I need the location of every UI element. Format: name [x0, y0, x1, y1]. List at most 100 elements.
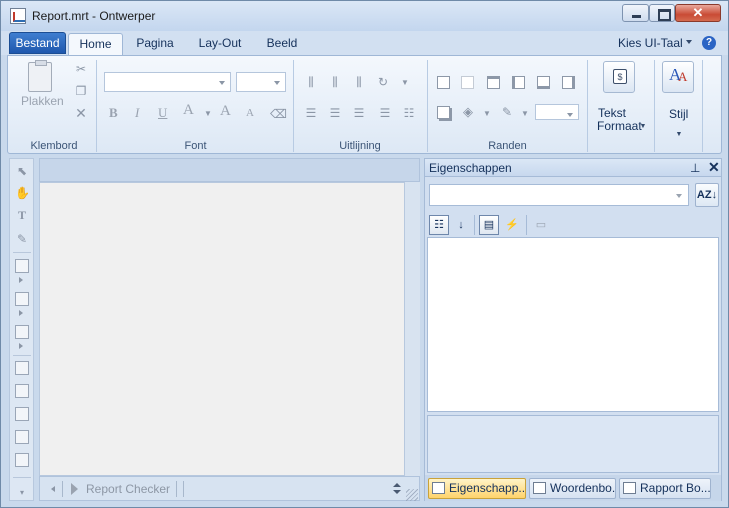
report-canvas[interactable]	[39, 182, 420, 476]
text-format-icon[interactable]: $	[603, 61, 635, 93]
band-tool-icon[interactable]	[15, 259, 29, 273]
panel-tool-icon[interactable]	[15, 453, 29, 467]
word-wrap-icon[interactable]: ☷	[402, 106, 416, 120]
status-separator	[62, 481, 63, 497]
ui-language-selector[interactable]: Kies UI-Taal	[618, 36, 683, 50]
eraser-icon[interactable]: ⌫	[270, 107, 287, 121]
events-lightning-icon[interactable]: ⚡	[502, 215, 522, 235]
close-icon[interactable]: ✕	[708, 159, 720, 176]
table-tool-icon[interactable]	[15, 384, 29, 398]
property-pages-icon[interactable]: ▭	[531, 215, 551, 235]
text-format-label-2[interactable]: Formaat	[597, 119, 642, 133]
right-border-icon[interactable]	[562, 76, 575, 89]
close-window-button[interactable]: ✕	[675, 4, 721, 22]
font-size-combo[interactable]	[236, 72, 286, 92]
resize-grip-icon[interactable]	[406, 489, 418, 501]
border-style-combo[interactable]	[535, 104, 579, 120]
properties-panel: Eigenschappen ⊥ ✕ AZ↓ ☷ ↓ ▤ ⚡ ▭ Eigensch…	[424, 158, 722, 501]
style-icon[interactable]: A A	[662, 61, 694, 93]
chevron-down-icon[interactable]: ▼	[201, 107, 215, 121]
window-title: Report.mrt - Ontwerper	[32, 9, 156, 23]
help-icon[interactable]: ?	[702, 36, 716, 50]
grow-font-button[interactable]: A	[220, 103, 231, 120]
border-color-icon[interactable]: ✎	[500, 105, 514, 119]
align-right-icon[interactable]: ☰	[352, 106, 366, 120]
bottom-border-icon[interactable]	[537, 76, 550, 89]
italic-button[interactable]: I	[135, 105, 139, 121]
left-border-icon[interactable]	[512, 76, 525, 89]
tab-file[interactable]: Bestand	[9, 32, 66, 54]
underline-button[interactable]: U	[158, 105, 167, 121]
cut-icon[interactable]: ✂	[74, 62, 88, 76]
copy-icon[interactable]: ❐	[74, 84, 88, 98]
bold-button[interactable]: B	[109, 105, 118, 121]
font-name-combo[interactable]	[104, 72, 231, 92]
text-tool-icon[interactable]: T	[15, 208, 29, 222]
scroll-left-icon[interactable]	[51, 486, 55, 492]
page-tool-icon[interactable]	[15, 361, 29, 375]
label-tool-icon[interactable]	[15, 407, 29, 421]
align-bottom-icon[interactable]: ⫼	[352, 75, 366, 89]
play-icon[interactable]	[71, 483, 78, 495]
pin-icon[interactable]: ⊥	[690, 161, 700, 175]
chevron-down-icon[interactable]: ▼	[518, 107, 532, 121]
tab-properties[interactable]: Eigenschapp...	[428, 478, 526, 499]
cross-band-tool-icon[interactable]	[15, 292, 29, 306]
chevron-right-icon[interactable]	[19, 343, 23, 349]
vertical-scrollbar[interactable]	[404, 182, 420, 476]
component-tool-icon[interactable]	[15, 325, 29, 339]
top-border-icon[interactable]	[487, 76, 500, 89]
shrink-font-button[interactable]: A	[246, 107, 254, 119]
delete-icon[interactable]: ✕	[74, 106, 88, 120]
tab-dictionary[interactable]: Woordenbo...	[529, 478, 616, 499]
tab-report-tree[interactable]: Rapport Bo...	[619, 478, 711, 499]
maximize-button[interactable]	[649, 4, 675, 22]
fill-bucket-icon[interactable]: ◈	[461, 105, 475, 119]
align-middle-icon[interactable]: ⫼	[328, 75, 342, 89]
report-checker-button[interactable]: Report Checker	[86, 482, 170, 496]
chevron-down-icon[interactable]: ▼	[672, 128, 686, 142]
tab-report-tree-label: Rapport Bo...	[640, 481, 711, 495]
designer-header-bar	[39, 158, 420, 182]
format-painter-icon[interactable]: ✎	[15, 232, 29, 246]
font-color-button[interactable]: A	[183, 102, 194, 119]
group-separator	[293, 60, 294, 152]
align-center-icon[interactable]: ☰	[328, 106, 342, 120]
toolbox-separator	[13, 477, 31, 478]
property-grid[interactable]	[427, 237, 719, 412]
chevron-down-icon[interactable]	[686, 40, 692, 44]
chevron-right-icon[interactable]	[19, 277, 23, 283]
tab-layout[interactable]: Lay-Out	[191, 33, 249, 55]
align-top-icon[interactable]: ⫼	[304, 75, 318, 89]
minimize-button[interactable]	[622, 4, 649, 22]
chevron-down-icon[interactable]: ▼	[636, 120, 650, 134]
text-format-label-1[interactable]: Tekst	[598, 106, 626, 120]
paste-button[interactable]: Plakken	[21, 94, 64, 108]
tab-home[interactable]: Home	[68, 33, 123, 55]
select-pointer-icon[interactable]: ⬉	[15, 164, 29, 178]
align-justify-icon[interactable]: ☰	[378, 106, 392, 120]
alphabetical-view-icon[interactable]: ↓	[451, 215, 471, 235]
object-selector-combo[interactable]	[429, 184, 689, 206]
paste-icon[interactable]	[26, 60, 56, 94]
toolbox-overflow-icon[interactable]: ▾	[15, 486, 29, 500]
chevron-right-icon[interactable]	[19, 310, 23, 316]
zoom-updown-icon[interactable]	[392, 480, 402, 498]
properties-view-icon[interactable]: ▤	[479, 215, 499, 235]
style-button[interactable]: Stijl	[669, 107, 688, 121]
categorized-view-icon[interactable]: ☷	[429, 215, 449, 235]
shadow-icon[interactable]	[437, 106, 450, 119]
tab-page[interactable]: Pagina	[129, 33, 181, 55]
all-borders-icon[interactable]	[437, 76, 450, 89]
rotate-icon[interactable]: ↻	[376, 75, 390, 89]
title-bar[interactable]: Report.mrt - Ontwerper ✕	[1, 1, 728, 31]
align-left-icon[interactable]: ☰	[304, 106, 318, 120]
pan-hand-icon[interactable]: ✋	[15, 186, 30, 200]
group-label-font: Font	[184, 140, 207, 152]
tab-view[interactable]: Beeld	[259, 33, 305, 55]
no-border-icon[interactable]	[461, 76, 474, 89]
chevron-down-icon[interactable]: ▼	[480, 107, 494, 121]
chevron-down-icon[interactable]: ▼	[398, 76, 412, 90]
textbox-tool-icon[interactable]	[15, 430, 29, 444]
sort-alphabetical-button[interactable]: AZ↓	[695, 183, 719, 207]
